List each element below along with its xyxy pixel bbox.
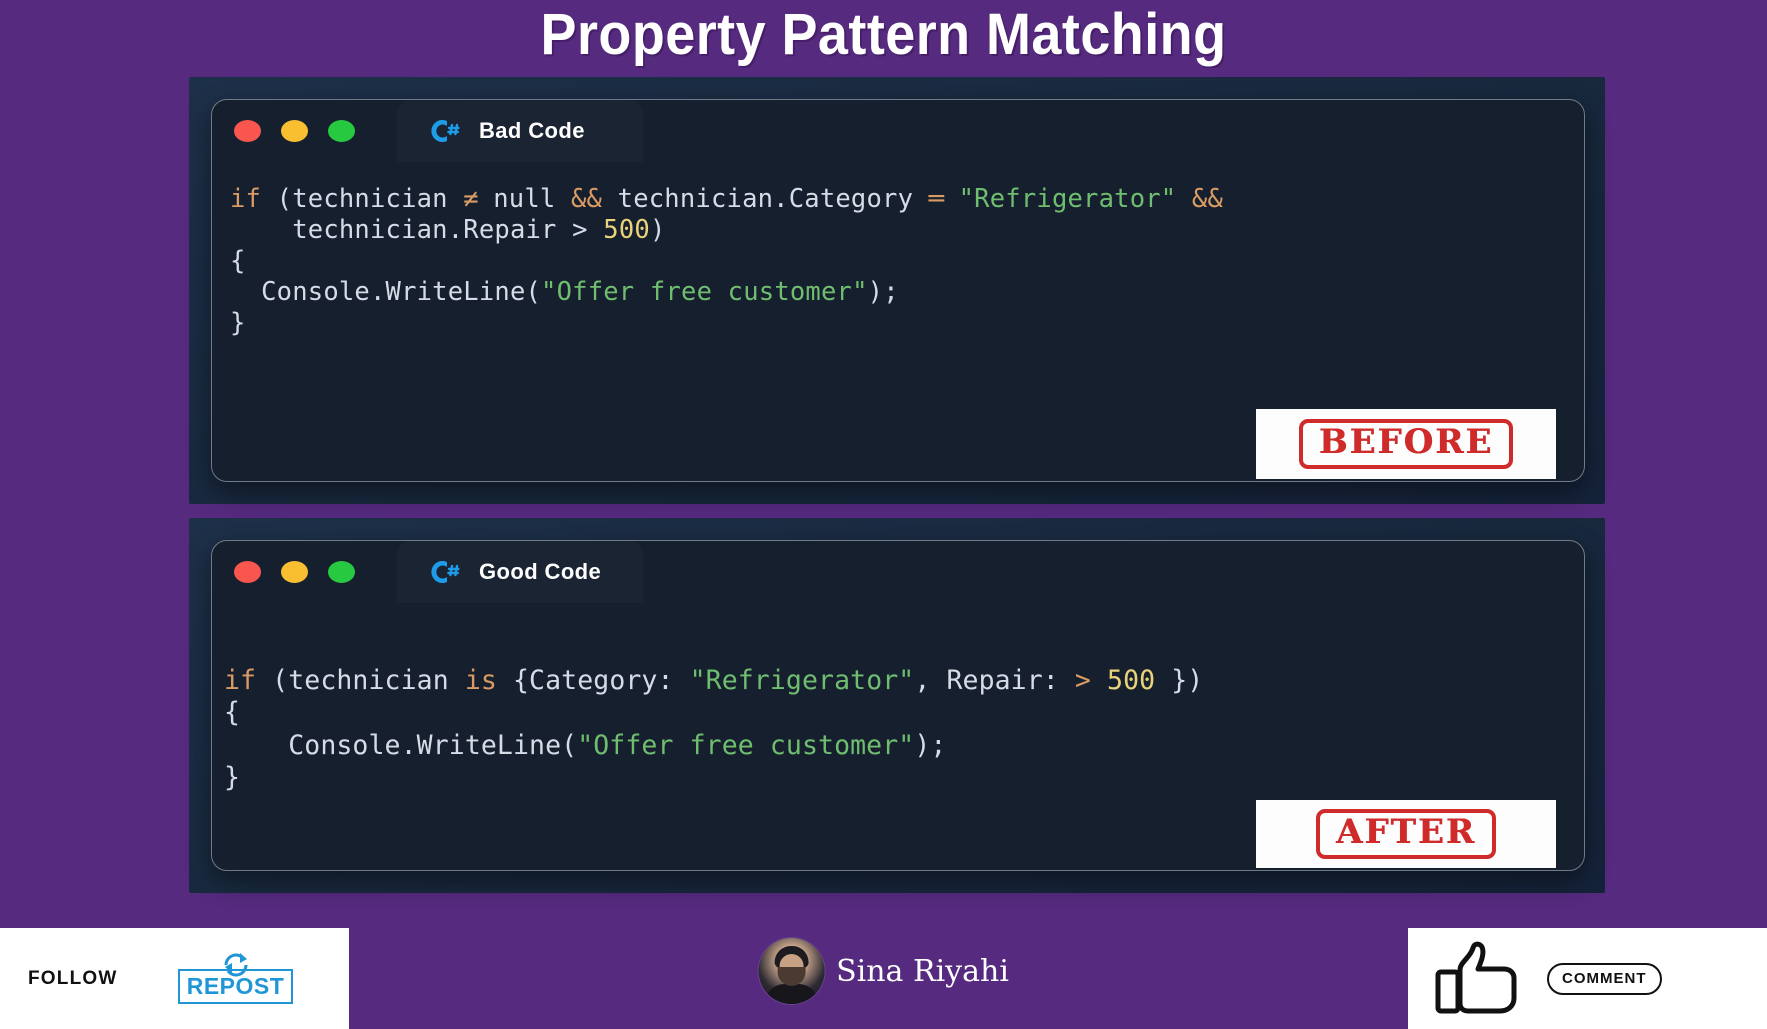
- code-token: if: [224, 665, 257, 696]
- code-token: "Refrigerator": [958, 184, 1177, 214]
- code-token: 500: [603, 215, 650, 246]
- close-red-icon[interactable]: [234, 120, 261, 142]
- code-token: {Category:: [496, 665, 690, 696]
- code-token: >: [1074, 665, 1091, 696]
- thumbs-up-icon[interactable]: [1430, 940, 1525, 1018]
- code-token: "Offer free customer": [577, 729, 915, 761]
- follow-card: FOLLOW REPOST: [0, 928, 349, 1029]
- code-token: technician.Repair: [230, 215, 573, 246]
- minimize-yellow-icon[interactable]: [281, 561, 308, 583]
- code-token: &&: [570, 184, 603, 214]
- author-name: Sina Riyahi: [836, 953, 1009, 989]
- traffic-lights: [234, 561, 355, 583]
- page-title: Property Pattern Matching: [540, 2, 1227, 67]
- status-badge: BEFORE: [1298, 419, 1514, 469]
- follow-label[interactable]: FOLLOW: [28, 968, 158, 990]
- traffic-lights: [234, 120, 355, 142]
- code-token: }: [224, 761, 241, 793]
- maximize-green-icon[interactable]: [328, 120, 355, 142]
- code-token: }: [230, 308, 246, 339]
- code-token: );: [914, 729, 947, 761]
- author-block: Sina Riyahi: [758, 938, 1009, 1004]
- comment-card: COMMENT: [1408, 928, 1767, 1029]
- close-red-icon[interactable]: [234, 561, 261, 583]
- code-token: >: [572, 215, 588, 246]
- code-token: , Repair:: [914, 665, 1075, 696]
- code-panel-before: Bad Code if (technician ≠ null && techni…: [189, 77, 1605, 504]
- minimize-yellow-icon[interactable]: [281, 120, 308, 142]
- code-token: &&: [1191, 184, 1224, 214]
- code-panel-after: Good Code if (technician is {Category: "…: [189, 518, 1605, 893]
- code-token: "Offer free customer": [541, 277, 868, 308]
- code-token: null: [477, 184, 571, 214]
- tab-bad-code[interactable]: Bad Code: [397, 100, 643, 162]
- csharp-icon: [425, 116, 465, 146]
- code-token: Console.WriteLine(: [224, 729, 578, 761]
- code-token: technician.Category: [602, 184, 929, 214]
- code-token: if: [230, 184, 262, 214]
- code-token: "Refrigerator": [689, 665, 915, 696]
- tab-label: Good Code: [479, 559, 602, 584]
- window-titlebar: Bad Code: [212, 100, 1584, 162]
- tab-good-code[interactable]: Good Code: [397, 541, 643, 603]
- code-window-good: Good Code if (technician is {Category: "…: [211, 540, 1585, 871]
- status-badge: AFTER: [1316, 809, 1496, 859]
- code-window-bad: Bad Code if (technician ≠ null && techni…: [211, 99, 1585, 482]
- avatar-body: [764, 984, 819, 1004]
- code-block-good: if (technician is {Category: "Refrigerat…: [212, 603, 1584, 794]
- repost-button[interactable]: REPOST: [178, 951, 293, 1007]
- code-token: Console.WriteLine(: [230, 277, 542, 308]
- stamp-card-before: BEFORE: [1256, 409, 1556, 479]
- code-token: (technician: [256, 665, 465, 696]
- window-titlebar: Good Code: [212, 541, 1584, 603]
- maximize-green-icon[interactable]: [328, 561, 355, 583]
- footer-bar: FOLLOW REPOST Sina Riyahi COMMENT: [0, 920, 1767, 1029]
- code-token: ≠: [463, 184, 478, 214]
- csharp-icon: [425, 557, 465, 587]
- code-token: ═: [928, 184, 944, 214]
- repost-arrows-icon: [214, 949, 258, 982]
- code-token: {: [224, 697, 241, 729]
- code-block-bad: if (technician ≠ null && technician.Cate…: [212, 162, 1584, 340]
- code-token: {: [230, 246, 246, 277]
- tab-label: Bad Code: [479, 118, 585, 143]
- avatar: [758, 938, 825, 1004]
- stamp-card-after: AFTER: [1256, 800, 1556, 868]
- code-token: (technician: [261, 184, 464, 214]
- code-token: );: [867, 277, 899, 308]
- code-token: 500: [1107, 665, 1156, 696]
- code-token: is: [464, 665, 497, 696]
- code-token: }): [1155, 665, 1204, 696]
- comment-button[interactable]: COMMENT: [1547, 962, 1662, 995]
- code-token: ): [649, 215, 666, 246]
